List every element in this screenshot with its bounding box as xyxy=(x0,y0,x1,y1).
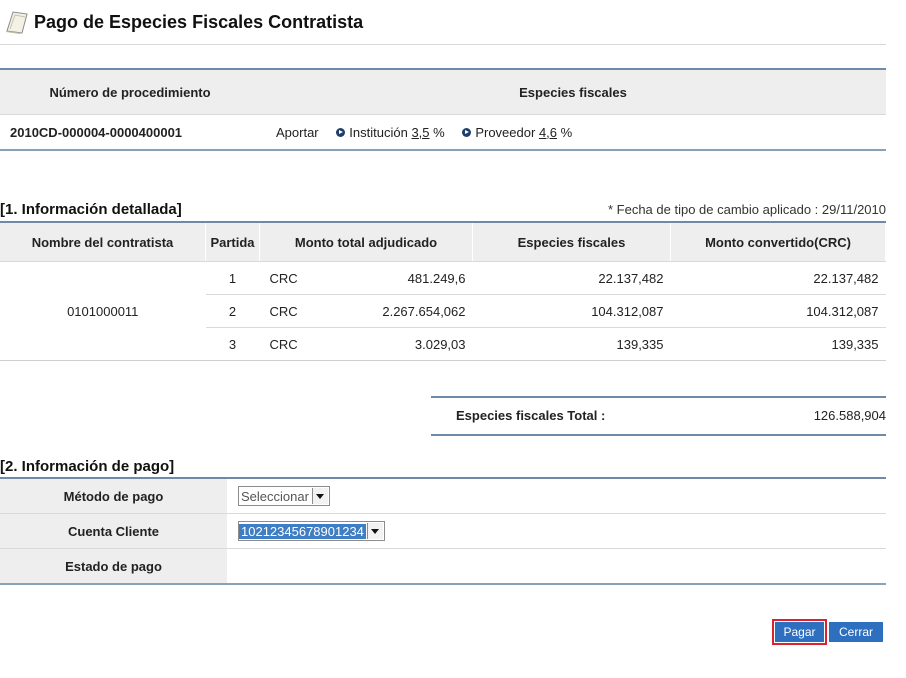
column-header-partida: Partida xyxy=(205,222,260,262)
chevron-down-icon[interactable] xyxy=(311,488,328,504)
procedure-number: 2010CD-000004-0000400001 xyxy=(0,114,260,151)
arrow-bullet-icon xyxy=(462,127,472,137)
column-header-converted-amount: Monto convertido(CRC) xyxy=(670,222,886,262)
awarded-amount: CRC 2.267.654,062 xyxy=(259,294,473,328)
converted-amount-value: 22.137,482 xyxy=(670,261,886,295)
partida-number: 2 xyxy=(205,294,260,328)
procedure-table: Número de procedimiento Especies fiscale… xyxy=(0,68,886,151)
exchange-rate-note: * Fecha de tipo de cambio aplicado : 29/… xyxy=(607,202,886,217)
client-account-label: Cuenta Cliente xyxy=(0,513,227,549)
column-header-total-awarded: Monto total adjudicado xyxy=(259,222,473,262)
supplier-percentage: 4,6 xyxy=(538,124,558,140)
institution-label: Institución xyxy=(349,124,408,140)
client-account-select[interactable]: 10212345678901234 xyxy=(238,521,385,541)
percent-symbol: % xyxy=(560,124,573,140)
client-account-cell: 10212345678901234 xyxy=(227,513,886,549)
chevron-down-icon[interactable] xyxy=(366,523,383,539)
column-header-contractor: Nombre del contratista xyxy=(0,222,206,262)
converted-amount-value: 104.312,087 xyxy=(670,294,886,328)
document-icon xyxy=(6,11,28,34)
percent-symbol: % xyxy=(433,124,445,140)
species-rates: Aportar Institución 3,5 % Proveedor 4,6 … xyxy=(260,114,886,151)
payment-method-cell: Seleccionar xyxy=(227,478,886,514)
page-header: Pago de Especies Fiscales Contratista xyxy=(4,6,363,38)
fiscal-species-value: 139,335 xyxy=(472,327,671,361)
fiscal-species-value: 22.137,482 xyxy=(472,261,671,295)
currency-code: CRC xyxy=(269,271,298,286)
partida-number: 3 xyxy=(205,327,260,361)
species-total-value: 126.588,904 xyxy=(813,408,886,423)
column-header-procedure-number: Número de procedimiento xyxy=(0,69,260,115)
payment-status-label: Estado de pago xyxy=(0,548,227,585)
close-button[interactable]: Cerrar xyxy=(829,622,883,642)
payment-method-label: Método de pago xyxy=(0,478,227,514)
awarded-amount: CRC 3.029,03 xyxy=(259,327,473,361)
institution-percentage: 3,5 xyxy=(411,124,430,140)
awarded-amount: CRC 481.249,6 xyxy=(259,261,473,295)
detail-table: Nombre del contratista Partida Monto tot… xyxy=(0,221,886,361)
payment-status-value xyxy=(227,548,886,585)
fiscal-species-value: 104.312,087 xyxy=(472,294,671,328)
page-title: Pago de Especies Fiscales Contratista xyxy=(34,11,364,32)
column-header-fiscal-species: Especies fiscales xyxy=(260,69,886,115)
converted-amount-value: 139,335 xyxy=(670,327,886,361)
pay-button[interactable]: Pagar xyxy=(772,619,827,645)
payment-method-select[interactable]: Seleccionar xyxy=(238,486,330,506)
contractor-name: 0101000011 xyxy=(0,261,206,361)
species-total-box: Especies fiscales Total : 126.588,904 xyxy=(431,396,886,436)
payment-table: Método de pago Seleccionar Cuenta Client… xyxy=(0,477,886,585)
column-header-fiscal-species: Especies fiscales xyxy=(472,222,671,262)
section-title-payment-info: [2. Información de pago] xyxy=(0,458,175,475)
supplier-label: Proveedor xyxy=(475,124,536,140)
partida-number: 1 xyxy=(205,261,260,295)
title-divider xyxy=(0,44,886,45)
currency-code: CRC xyxy=(269,304,298,319)
client-account-value: 10212345678901234 xyxy=(239,523,366,539)
contribute-label: Aportar xyxy=(276,124,319,140)
payment-method-value: Seleccionar xyxy=(241,488,309,504)
currency-code: CRC xyxy=(269,337,298,352)
table-row: 0101000011 1 CRC 481.249,6 22.137,482 22… xyxy=(0,261,886,361)
species-total-label: Especies fiscales Total : xyxy=(456,408,606,423)
arrow-bullet-icon xyxy=(336,127,346,137)
section-title-detailed-info: [1. Información detallada] xyxy=(0,201,182,218)
